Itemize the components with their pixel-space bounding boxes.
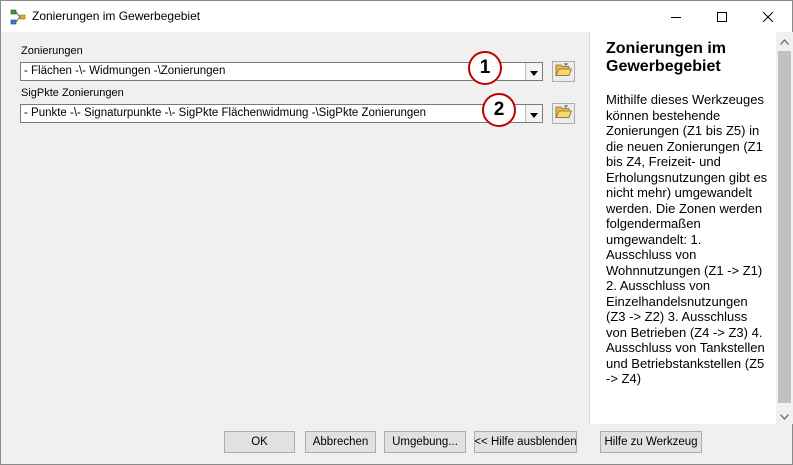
minimize-icon [671, 12, 681, 22]
scroll-down-button[interactable] [776, 407, 793, 424]
zonierungen-combobox[interactable]: - Flächen -\- Widmungen -\Zonierungen [20, 62, 543, 81]
parameters-pane: Zonierungen - Flächen -\- Widmungen -\Zo… [1, 32, 589, 424]
callout-marker-1: 1 [468, 51, 502, 85]
chevron-down-icon [780, 409, 789, 423]
zonierungen-value: - Flächen -\- Widmungen -\Zonierungen [24, 65, 226, 77]
scroll-up-button[interactable] [776, 32, 793, 49]
open-folder-icon [555, 104, 573, 122]
minimize-button[interactable] [653, 1, 699, 32]
callout-marker-2: 2 [482, 93, 516, 127]
sigpkte-zonierungen-value: - Punkte -\- Signaturpunkte -\- SigPkte … [24, 107, 427, 119]
cancel-button[interactable]: Abbrechen [305, 431, 376, 453]
tool-dialog-window: Zonierungen im Gewerbegebiet Zonierungen… [0, 0, 793, 465]
help-panel: Zonierungen im Gewerbegebiet Mithilfe di… [589, 32, 776, 424]
toolbox-model-icon [10, 9, 26, 25]
open-folder-icon [555, 62, 573, 80]
ok-button[interactable]: OK [224, 431, 295, 453]
sigpkte-zonierungen-combobox[interactable]: - Punkte -\- Signaturpunkte -\- SigPkte … [20, 104, 543, 123]
close-button[interactable] [745, 1, 791, 32]
chevron-down-icon [530, 107, 538, 121]
maximize-icon [717, 11, 727, 22]
zonierungen-label: Zonierungen [21, 45, 83, 57]
sigpkte-zonierungen-dropdown-arrow[interactable] [525, 105, 542, 122]
tool-help-button[interactable]: Hilfe zu Werkzeug [600, 431, 702, 453]
hide-help-button[interactable]: << Hilfe ausblenden [474, 431, 577, 453]
zonierungen-browse-button[interactable] [552, 61, 575, 82]
window-title: Zonierungen im Gewerbegebiet [32, 9, 201, 23]
zonierungen-dropdown-arrow[interactable] [525, 63, 542, 80]
chevron-down-icon [530, 65, 538, 79]
help-title: Zonierungen im Gewerbegebiet [606, 40, 726, 75]
close-icon [763, 11, 773, 22]
sigpkte-zonierungen-label: SigPkte Zonierungen [21, 87, 124, 99]
scroll-thumb[interactable] [778, 51, 791, 403]
help-description: Mithilfe dieses Werkzeuges können besteh… [606, 92, 768, 386]
sigpkte-zonierungen-browse-button[interactable] [552, 103, 575, 124]
maximize-button[interactable] [699, 1, 745, 32]
title-bar[interactable]: Zonierungen im Gewerbegebiet [1, 1, 792, 32]
chevron-up-icon [780, 34, 789, 48]
environments-button[interactable]: Umgebung... [384, 431, 466, 453]
help-scrollbar[interactable] [776, 32, 793, 424]
